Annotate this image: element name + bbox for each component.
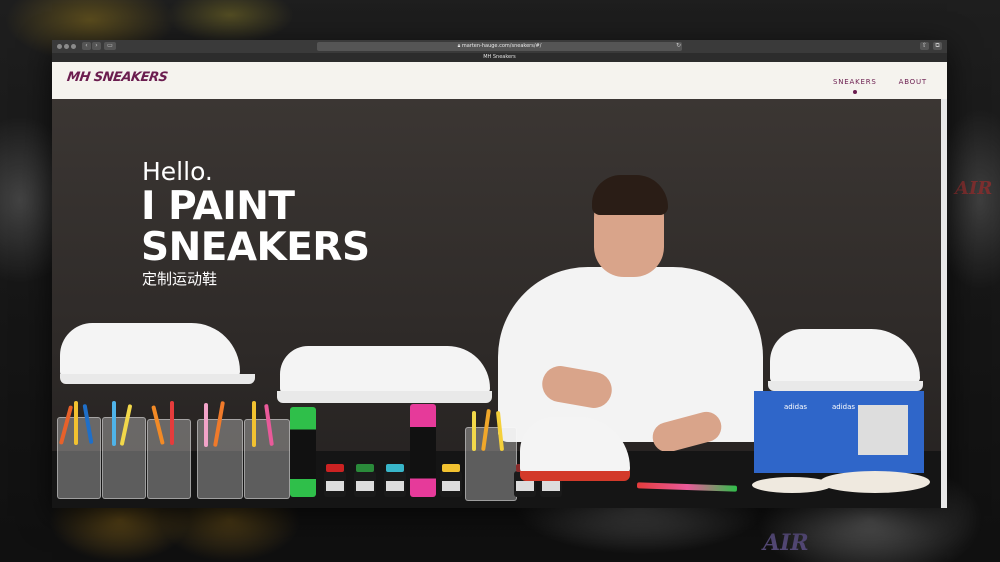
hero-section: Hello. I PAINT SNEAKERS 定制运动鞋 adidas adi… (52, 99, 941, 508)
hero-photo-marker (170, 401, 174, 445)
hero-photo-sneaker-on-box-sole (768, 381, 923, 391)
hero-greeting: Hello. (142, 157, 213, 186)
browser-window: ‹ › ▭ 🔒︎ marten-hauge.com/sneakers/#/ ↻ … (52, 40, 947, 508)
tab-title[interactable]: MH Sneakers (483, 54, 516, 60)
hero-photo-marker (112, 401, 116, 446)
hero-photo-artist-hair (592, 175, 668, 215)
window-minimize-icon[interactable] (64, 44, 69, 49)
hero-photo-artist-shirt (498, 267, 763, 442)
adidas-logo-right: adidas (832, 403, 856, 411)
back-arrow-icon[interactable]: ‹ (82, 42, 91, 50)
hero-photo-paint-jar (354, 464, 376, 497)
forward-arrow-icon[interactable]: › (92, 42, 101, 50)
site-logo[interactable]: MH SNEAKERS (66, 70, 168, 85)
hero-subtitle: 定制运动鞋 (142, 270, 218, 288)
hero-photo-sneaker-red-sole (520, 471, 630, 481)
hero-photo-marker-cup-3 (147, 419, 191, 499)
address-bar[interactable]: 🔒︎ marten-hauge.com/sneakers/#/ (317, 42, 682, 51)
hero-photo-sneaker-white-2 (280, 346, 490, 394)
hero-photo-sneaker-white-1 (60, 323, 240, 378)
background-air-text-right: AIR (955, 178, 993, 199)
hero-photo-sneaker-sole-1 (60, 374, 255, 384)
hero-photo-paint-jar (440, 464, 462, 497)
site-header: MH SNEAKERS SNEAKERS ABOUT (52, 62, 947, 99)
address-bar-url: marten-hauge.com/sneakers/#/ (461, 43, 542, 49)
nav-link-about[interactable]: ABOUT (899, 78, 927, 86)
hero-photo-marker (252, 401, 256, 447)
window-maximize-icon[interactable] (71, 44, 76, 49)
share-icon[interactable]: ⇧ (920, 42, 929, 50)
page-scrollbar[interactable] (941, 99, 947, 508)
hero-photo-sneaker-sole-2 (277, 391, 492, 403)
main-nav: SNEAKERS ABOUT (833, 78, 927, 94)
background-air-text: AIR (763, 530, 809, 556)
hero-headline-line1: I PAINT (141, 184, 295, 229)
window-close-icon[interactable] (57, 44, 62, 49)
sidebar-icon[interactable]: ▭ (104, 42, 116, 50)
hero-photo-paint-palette-2 (820, 471, 930, 493)
hero-photo-sneaker-on-box (770, 329, 920, 384)
nav-link-sneakers[interactable]: SNEAKERS (833, 78, 877, 94)
tab-bar: MH Sneakers (52, 53, 947, 62)
hero-photo-marker (472, 411, 476, 451)
adidas-logo-left: adidas (784, 403, 808, 411)
hero-photo-marker (204, 403, 208, 447)
tabs-icon[interactable]: ⧉ (933, 42, 942, 50)
hero-headline-line2: SNEAKERS (141, 225, 370, 270)
hero-photo-paint-bottle-green (290, 407, 316, 497)
hero-photo-adidas-shoebox: adidas adidas (754, 391, 924, 473)
hero-photo-paint-bottle-pink (410, 404, 436, 497)
hero-photo-marker (74, 401, 78, 445)
hero-photo-paint-jar (384, 464, 406, 497)
hero-photo-paint-jar (324, 464, 346, 497)
browser-toolbar: ‹ › ▭ 🔒︎ marten-hauge.com/sneakers/#/ ↻ … (52, 40, 947, 53)
lock-icon: 🔒︎ (457, 43, 461, 49)
reload-icon[interactable]: ↻ (674, 42, 683, 50)
shoebox-label (858, 405, 908, 455)
